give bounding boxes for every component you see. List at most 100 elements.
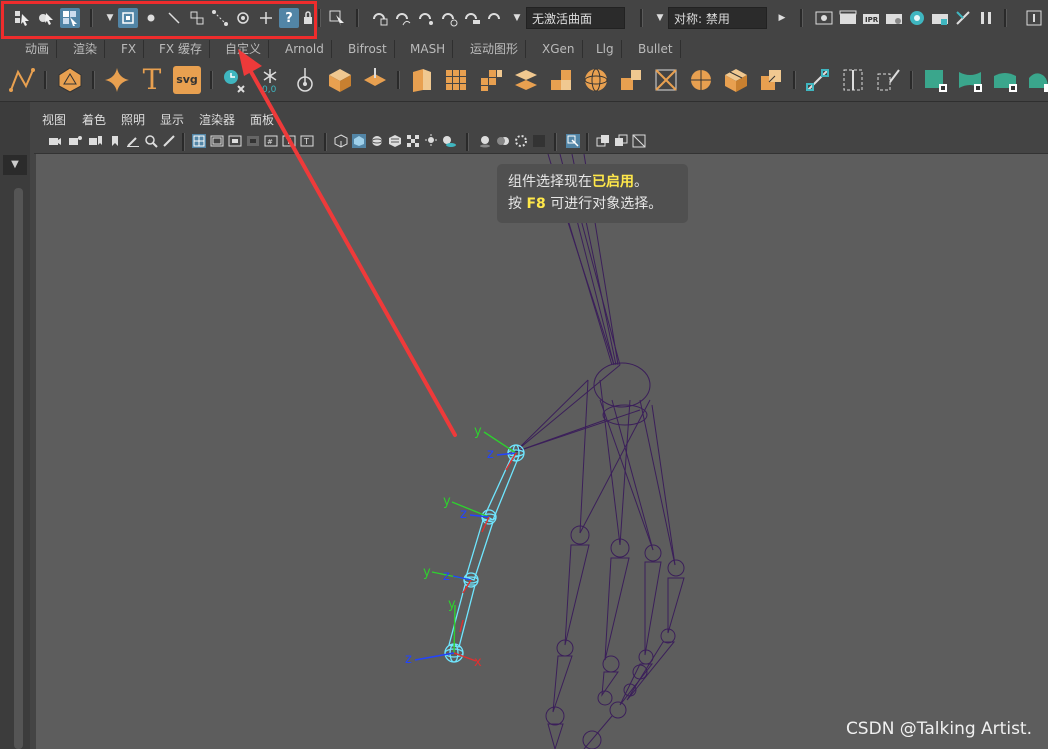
multi-cut-icon[interactable]: [804, 66, 832, 94]
checker-icon[interactable]: [406, 134, 420, 148]
center-pivot-icon[interactable]: [291, 66, 319, 94]
wireframe-on-shaded-icon[interactable]: [370, 134, 384, 148]
curve-tool-icon[interactable]: [8, 66, 36, 94]
isolate-select-icon[interactable]: [566, 134, 580, 148]
shelf-tab[interactable]: MASH: [403, 40, 454, 58]
depth-of-field-icon[interactable]: [532, 134, 546, 148]
shelf-tab[interactable]: 渲染: [66, 40, 106, 58]
shelf-tab[interactable]: FX: [114, 40, 145, 58]
svg-tool-icon[interactable]: svg: [173, 66, 201, 94]
grab-sculpt-icon[interactable]: [1026, 66, 1048, 94]
chevron-down-icon[interactable]: ▼: [650, 8, 670, 28]
gate-mask-icon[interactable]: [246, 134, 260, 148]
film-gate-icon[interactable]: [210, 134, 224, 148]
render-setup-icon[interactable]: [930, 8, 950, 28]
insert-edge-loop-icon[interactable]: [839, 66, 867, 94]
shelf-tab[interactable]: Arnold: [278, 40, 332, 58]
shelf-tab[interactable]: 动画: [18, 40, 58, 58]
scrollbar[interactable]: [14, 188, 23, 749]
shelf-tab[interactable]: Bullet: [631, 40, 681, 58]
xray-active-components-icon[interactable]: [632, 134, 646, 148]
resolution-gate-icon[interactable]: [228, 134, 242, 148]
lights-icon[interactable]: [424, 134, 438, 148]
freeze-transform-icon[interactable]: 0,0: [256, 66, 284, 94]
snap-to-view-plane-icon[interactable]: [462, 8, 482, 28]
snap-to-grid-icon[interactable]: [370, 8, 390, 28]
grid-subdivide-icon[interactable]: [442, 66, 470, 94]
extrude-icon[interactable]: [407, 66, 435, 94]
smooth-icon[interactable]: [687, 66, 715, 94]
menu-shading[interactable]: 着色: [82, 111, 106, 128]
bevel-icon[interactable]: [477, 66, 505, 94]
grease-pencil-icon[interactable]: [126, 134, 140, 148]
field-chart-icon[interactable]: #: [264, 134, 278, 148]
make-live-icon[interactable]: [485, 8, 505, 28]
textured-icon[interactable]: [388, 134, 402, 148]
ipr-render-icon[interactable]: IPR: [861, 8, 881, 28]
render-view-icon[interactable]: [814, 8, 834, 28]
menu-view[interactable]: 视图: [42, 111, 66, 128]
anti-aliasing-icon[interactable]: [514, 134, 528, 148]
bridge-icon[interactable]: [512, 66, 540, 94]
relax-sculpt-icon[interactable]: [991, 66, 1019, 94]
sparkle-icon[interactable]: [103, 66, 131, 94]
sculpt-tool-icon[interactable]: [921, 66, 949, 94]
menu-lighting[interactable]: 照明: [121, 111, 145, 128]
fill-hole-icon[interactable]: [547, 66, 575, 94]
screen-space-ao-icon[interactable]: [478, 134, 492, 148]
safe-title-icon[interactable]: T: [300, 134, 314, 148]
camera-attributes-icon[interactable]: [68, 134, 82, 148]
snap-to-curve-icon[interactable]: [393, 8, 413, 28]
sphere-wire-icon[interactable]: [582, 66, 610, 94]
render-frame-icon[interactable]: [838, 8, 858, 28]
shelf-tab[interactable]: Bifrost: [341, 40, 395, 58]
xray-joints-icon[interactable]: [614, 134, 628, 148]
wireframe-icon[interactable]: [334, 134, 348, 148]
snap-to-point-icon[interactable]: [416, 8, 436, 28]
box-icon[interactable]: [722, 66, 750, 94]
render-settings-icon[interactable]: [884, 8, 904, 28]
boolean-icon[interactable]: [757, 66, 785, 94]
shelf-tab[interactable]: Llg: [589, 40, 622, 58]
light-editor-icon[interactable]: [953, 8, 973, 28]
lock-selection-icon[interactable]: [327, 8, 347, 28]
polygon-platonic-icon[interactable]: [56, 66, 84, 94]
toggle-sidebar-icon[interactable]: [1024, 8, 1044, 28]
combine-icon[interactable]: [617, 66, 645, 94]
shadows-icon[interactable]: [442, 134, 456, 148]
edit-edge-flow-icon[interactable]: [874, 66, 902, 94]
menu-show[interactable]: 显示: [160, 111, 184, 128]
pause-icon[interactable]: [976, 8, 996, 28]
safe-action-icon[interactable]: T: [282, 134, 296, 148]
menu-renderer[interactable]: 渲染器: [199, 111, 235, 128]
selected-joint-chain[interactable]: y z y z y z y z x: [405, 424, 525, 670]
menu-panels[interactable]: 面板: [250, 111, 274, 128]
bookmarks-icon[interactable]: [88, 134, 102, 148]
type-tool-icon[interactable]: T: [138, 66, 166, 94]
symmetry-field[interactable]: 对称: 禁用: [668, 7, 767, 29]
grease-pencil-tool-icon[interactable]: [162, 134, 176, 148]
shelf-tab[interactable]: XGen: [535, 40, 583, 58]
shelf-tab[interactable]: 运动图形: [463, 40, 527, 58]
bookmark-icon[interactable]: [108, 134, 122, 148]
separate-icon[interactable]: [652, 66, 680, 94]
history-icon[interactable]: [220, 66, 248, 94]
shelf-tab[interactable]: FX 缓存: [152, 40, 210, 58]
smooth-shade-icon[interactable]: [352, 134, 366, 148]
xray-icon[interactable]: [596, 134, 610, 148]
motion-blur-icon[interactable]: [496, 134, 510, 148]
smooth-sculpt-icon[interactable]: [956, 66, 984, 94]
delete-history-icon[interactable]: [361, 66, 389, 94]
hypershade-icon[interactable]: [907, 8, 927, 28]
chevron-right-icon[interactable]: ▶: [772, 8, 792, 28]
chevron-down-icon[interactable]: ▼: [3, 155, 27, 175]
viewport[interactable]: y z y z y z y z x: [36, 154, 1048, 749]
2d-pan-zoom-icon[interactable]: [144, 134, 158, 148]
live-surface-field[interactable]: 无激活曲面: [526, 7, 625, 29]
select-camera-icon[interactable]: [48, 134, 62, 148]
grid-toggle-icon[interactable]: [192, 134, 206, 148]
cube-icon[interactable]: [326, 66, 354, 94]
snap-to-projected-center-icon[interactable]: [439, 8, 459, 28]
chevron-down-icon[interactable]: ▼: [507, 8, 527, 28]
shelf-tab[interactable]: 自定义: [218, 40, 270, 58]
